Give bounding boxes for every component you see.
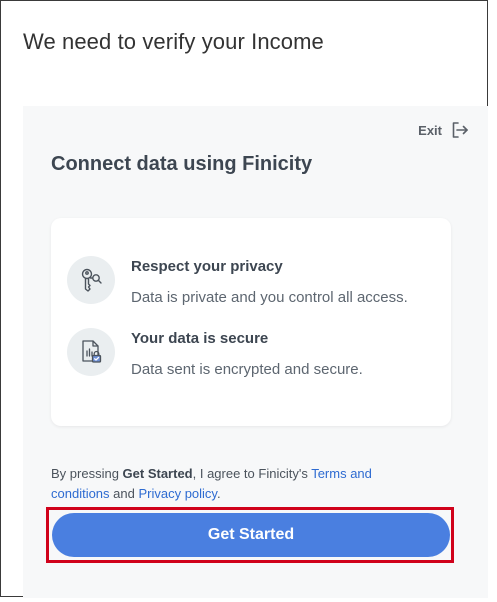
- exit-label: Exit: [418, 122, 442, 138]
- consent-text: By pressing Get Started, I agree to Fini…: [51, 464, 421, 504]
- feature-description: Data is private and you control all acce…: [131, 289, 408, 306]
- key-icon: [67, 256, 115, 304]
- consent-prefix: By pressing: [51, 466, 123, 481]
- feature-description: Data sent is encrypted and secure.: [131, 361, 363, 378]
- consent-middle: , I agree to Finicity's: [192, 466, 312, 481]
- panel-title: Connect data using Finicity: [51, 153, 313, 175]
- get-started-button[interactable]: Get Started: [52, 513, 450, 557]
- secure-document-icon: [67, 328, 115, 376]
- exit-icon: [450, 120, 470, 140]
- feature-security: Your data is secure Data sent is encrypt…: [67, 328, 363, 378]
- consent-bold: Get Started: [122, 466, 193, 481]
- exit-button[interactable]: Exit: [418, 120, 470, 140]
- consent-and: and: [109, 486, 139, 501]
- feature-title: Respect your privacy: [131, 258, 283, 275]
- consent-suffix: .: [216, 486, 221, 501]
- app-frame: We need to verify your Income Exit Conne…: [0, 0, 488, 598]
- info-card: Respect your privacy Data is private and…: [51, 218, 451, 426]
- page-title: We need to verify your Income: [23, 29, 324, 54]
- feature-title: Your data is secure: [131, 330, 269, 347]
- feature-privacy: Respect your privacy Data is private and…: [67, 256, 408, 306]
- privacy-policy-link[interactable]: Privacy policy: [138, 486, 217, 501]
